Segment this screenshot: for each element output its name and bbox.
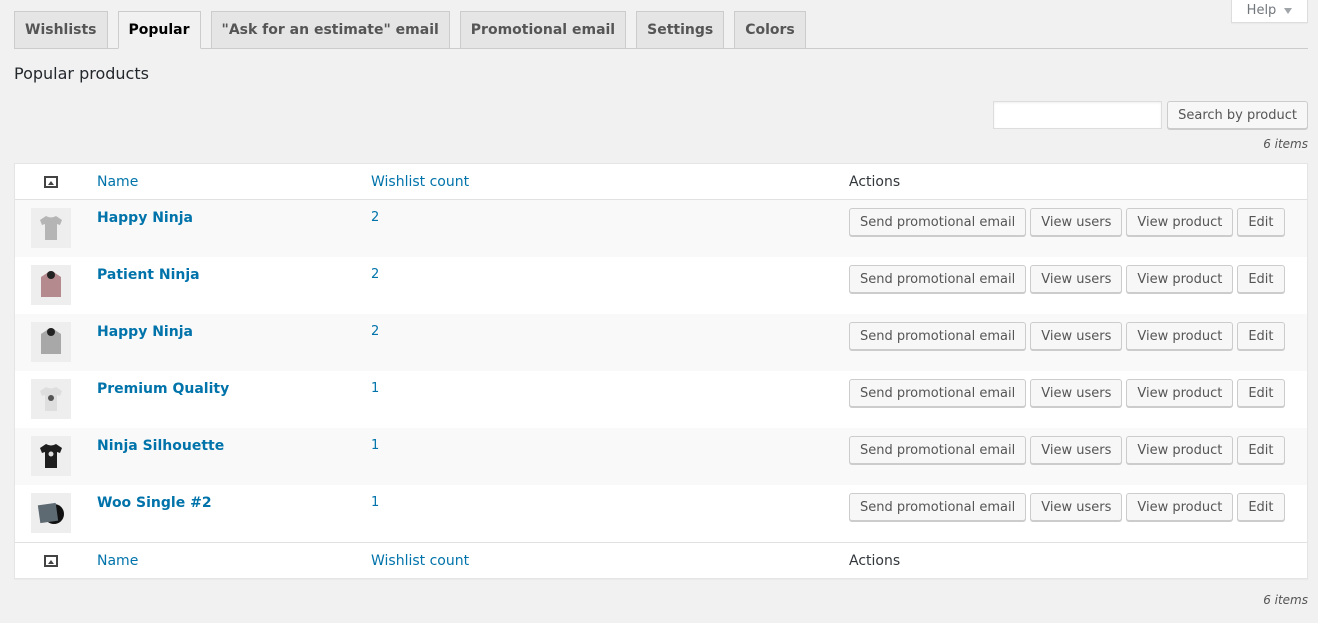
send-promotional-email-button[interactable]: Send promotional email [849, 379, 1027, 407]
tab-settings[interactable]: Settings [636, 11, 725, 48]
search-box: Search by product [993, 101, 1308, 129]
send-promotional-email-button[interactable]: Send promotional email [849, 436, 1027, 464]
table-row: Patient Ninja 2 Send promotional email V… [15, 257, 1307, 314]
view-users-button[interactable]: View users [1030, 379, 1123, 407]
wishlist-count-column-header[interactable]: Wishlist count [371, 174, 469, 190]
view-users-button[interactable]: View users [1030, 436, 1123, 464]
wishlist-count-column-footer[interactable]: Wishlist count [371, 553, 469, 569]
search-input[interactable] [993, 101, 1163, 129]
table-header: Name Wishlist count Actions [15, 164, 1307, 200]
table-row: Happy Ninja 2 Send promotional email Vie… [15, 200, 1307, 257]
wishlist-count-link[interactable]: 2 [371, 210, 379, 225]
edit-button[interactable]: Edit [1237, 322, 1285, 350]
wishlist-count-link[interactable]: 1 [371, 381, 379, 396]
product-name-link[interactable]: Patient Ninja [97, 267, 200, 283]
actions-column-footer: Actions [849, 552, 901, 569]
table-footer: Name Wishlist count Actions [15, 542, 1307, 578]
product-name-link[interactable]: Happy Ninja [97, 210, 193, 226]
product-name-link[interactable]: Ninja Silhouette [97, 438, 224, 454]
product-name-link[interactable]: Premium Quality [97, 381, 229, 397]
nav-tabs: Wishlists Popular "Ask for an estimate" … [14, 11, 1308, 49]
image-icon [44, 554, 58, 567]
name-column-header[interactable]: Name [97, 174, 138, 190]
view-product-button[interactable]: View product [1126, 265, 1234, 293]
tab-colors[interactable]: Colors [734, 11, 806, 48]
name-column-footer[interactable]: Name [97, 553, 138, 569]
table-row: Woo Single #2 1 Send promotional email V… [15, 485, 1307, 542]
tab-ask-estimate-email[interactable]: "Ask for an estimate" email [210, 11, 450, 48]
view-product-button[interactable]: View product [1126, 493, 1234, 521]
product-thumbnail[interactable] [31, 436, 71, 476]
edit-button[interactable]: Edit [1237, 208, 1285, 236]
wishlist-count-link[interactable]: 1 [371, 495, 379, 510]
edit-button[interactable]: Edit [1237, 265, 1285, 293]
wishlist-count-link[interactable]: 2 [371, 267, 379, 282]
view-users-button[interactable]: View users [1030, 322, 1123, 350]
tab-promotional-email[interactable]: Promotional email [459, 11, 627, 48]
edit-button[interactable]: Edit [1237, 379, 1285, 407]
edit-button[interactable]: Edit [1237, 493, 1285, 521]
product-thumbnail[interactable] [31, 208, 71, 248]
table-row: Ninja Silhouette 1 Send promotional emai… [15, 428, 1307, 485]
page-title: Popular products [14, 64, 149, 83]
wishlist-count-link[interactable]: 2 [371, 324, 379, 339]
product-thumbnail[interactable] [31, 265, 71, 305]
actions-column-header: Actions [849, 173, 901, 190]
edit-button[interactable]: Edit [1237, 436, 1285, 464]
product-name-link[interactable]: Happy Ninja [97, 324, 193, 340]
product-name-link[interactable]: Woo Single #2 [97, 495, 212, 511]
table-row: Happy Ninja 2 Send promotional email Vie… [15, 314, 1307, 371]
view-users-button[interactable]: View users [1030, 493, 1123, 521]
view-product-button[interactable]: View product [1126, 208, 1234, 236]
view-product-button[interactable]: View product [1126, 322, 1234, 350]
tab-popular[interactable]: Popular [117, 11, 201, 49]
view-users-button[interactable]: View users [1030, 265, 1123, 293]
table-row: Premium Quality 1 Send promotional email… [15, 371, 1307, 428]
items-count-top: 6 items [1263, 137, 1308, 151]
send-promotional-email-button[interactable]: Send promotional email [849, 208, 1027, 236]
send-promotional-email-button[interactable]: Send promotional email [849, 265, 1027, 293]
product-thumbnail[interactable] [31, 379, 71, 419]
wishlist-count-link[interactable]: 1 [371, 438, 379, 453]
search-by-product-button[interactable]: Search by product [1167, 101, 1308, 129]
popular-products-table: Name Wishlist count Actions Happy Ninja … [14, 163, 1308, 579]
view-product-button[interactable]: View product [1126, 436, 1234, 464]
view-product-button[interactable]: View product [1126, 379, 1234, 407]
image-icon [44, 175, 58, 188]
tab-wishlists[interactable]: Wishlists [14, 11, 108, 48]
send-promotional-email-button[interactable]: Send promotional email [849, 322, 1027, 350]
send-promotional-email-button[interactable]: Send promotional email [849, 493, 1027, 521]
product-thumbnail[interactable] [31, 493, 71, 533]
view-users-button[interactable]: View users [1030, 208, 1123, 236]
items-count-bottom: 6 items [1263, 593, 1308, 607]
product-thumbnail[interactable] [31, 322, 71, 362]
